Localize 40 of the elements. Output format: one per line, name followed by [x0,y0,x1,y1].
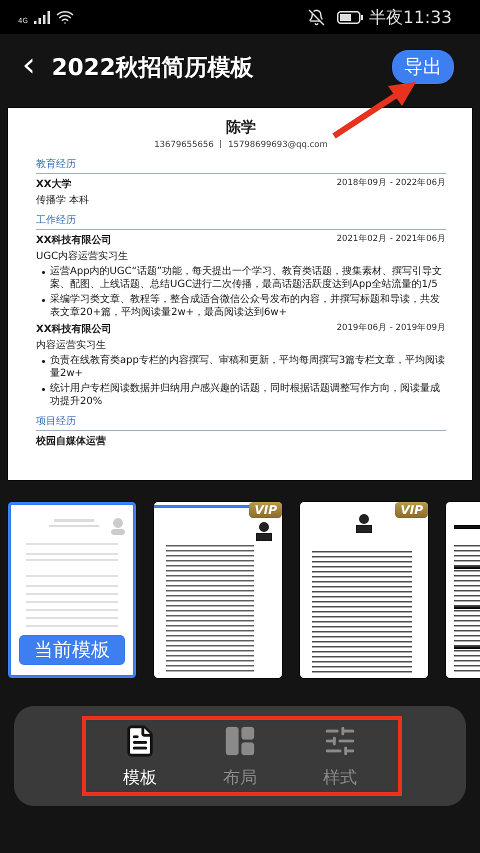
wifi-icon [56,8,74,26]
organization-name: XX科技有限公司 [36,322,112,336]
section-heading: 教育经历 [36,157,446,174]
bullet-text: 采编学习类文章、教程等，整合成适合微信公众号发布的内容，并撰写标题和导读，共发表文章20+篇，平均阅读量2w+，最高阅读达到6w+ [50,294,440,318]
back-button[interactable]: ‹ [22,48,36,82]
resume-name: 陈学 [225,118,257,137]
role-text: 内容运营实习生 [36,338,107,352]
battery-icon [337,10,363,24]
role-text: 传播学 本科 [36,194,90,207]
bullet-text: 负责在线教育类app专栏的内容撰写、审稿和更新，平均每周撰写3篇专栏文章，平均阅读量2w+ [50,355,446,379]
page-title: 2022秋招简历模板 [52,54,254,82]
vip-badge: VIP [249,502,282,518]
bullet-dot [42,388,45,391]
organization-name: 校园自媒体运营 [36,434,106,448]
bullet-dot [42,360,45,363]
toolbar-tab[interactable]: 模板 [123,724,157,788]
current-template-label: 当前模板 [19,635,125,665]
template-thumbnail[interactable]: VIP [300,502,428,678]
signal-icon [34,10,50,24]
vip-badge: VIP [395,502,428,518]
section-heading: 工作经历 [36,213,446,230]
organization-name: XX科技有限公司 [36,234,112,247]
toolbar-tab[interactable]: 样式 [323,724,357,788]
organization-name: XX大学 [36,178,72,191]
bullet-text: 运营App内的UGC“话题”功能，每天提出一个学习、教育类话题，搜集素材、撰写引导文案、配图、上线话题、总结UGC进行二次传播，最高话题活跃度达到App全站流量的1/5 [50,266,442,290]
bell-off-icon [308,8,325,26]
date-range: 2021年02月 - 2021年06月 [336,233,446,246]
clock-time: 半夜11:33 [369,6,452,28]
bullet-dot [42,299,45,302]
toolbar-tab[interactable]: 布局 [223,724,257,788]
template-thumbnail[interactable]: 当前模板 [8,502,136,678]
section-heading: 项目经历 [36,414,446,431]
bullet-text: 统计用户专栏阅读数据并归纳用户感兴趣的话题，同时根据话题调整写作方向，阅读量成功提升20% [50,383,440,407]
role-text: UGC内容运营实习生 [36,250,130,263]
date-range: 2019年06月 - 2019年09月 [336,322,446,335]
date-range: 2018年09月 - 2022年06月 [336,177,446,190]
template-thumbnail[interactable]: VIP [154,502,282,678]
export-button[interactable]: 导出 [392,50,454,84]
resume-contact: 13679655656 丨 15798699693@qq.com [153,139,329,151]
bullet-dot [42,271,45,274]
